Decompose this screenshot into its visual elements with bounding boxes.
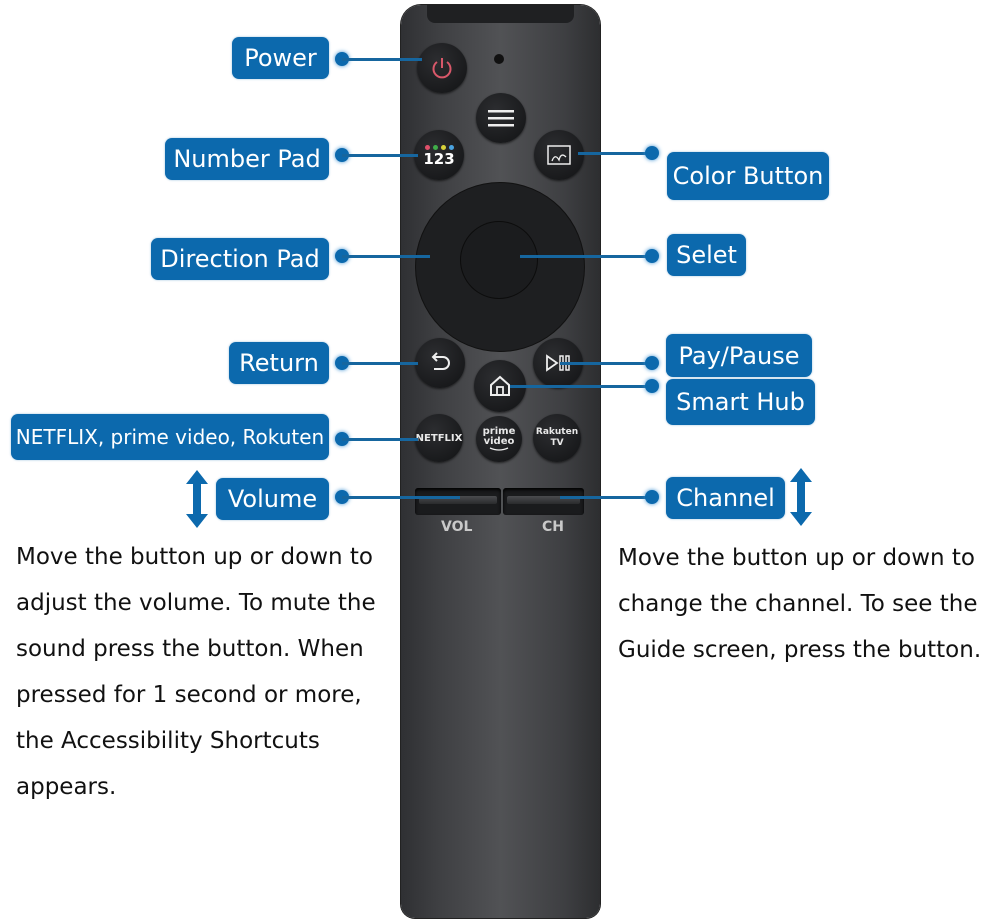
label-select: Selet xyxy=(667,234,746,276)
label-number-pad: Number Pad xyxy=(165,138,329,180)
select-button[interactable] xyxy=(461,222,537,298)
label-direction-pad: Direction Pad xyxy=(151,238,329,280)
label-smart-hub: Smart Hub xyxy=(666,379,815,425)
netflix-button[interactable]: NETFLIX xyxy=(415,414,463,462)
leader-line-direction-pad xyxy=(342,255,430,258)
channel-description: Move the button up or down to change the… xyxy=(618,545,982,663)
prime-logo-line2: video xyxy=(483,435,515,447)
prime-logo-line1: prime xyxy=(482,425,516,437)
number-pad-button[interactable]: 123 xyxy=(414,130,464,180)
picture-icon xyxy=(547,145,571,165)
color-button[interactable] xyxy=(534,130,584,180)
volume-description: Move the button up or down to adjust the… xyxy=(16,544,376,800)
leader-line-return xyxy=(342,362,418,365)
label-play-pause: Pay/Pause xyxy=(666,334,812,377)
leader-line-channel xyxy=(560,496,650,499)
leader-line-select xyxy=(520,255,650,258)
callout-dot-color-button xyxy=(645,146,659,160)
leader-line-number-pad xyxy=(342,154,418,157)
power-button[interactable] xyxy=(417,43,467,93)
label-streaming-buttons: NETFLIX, prime video, Rokuten xyxy=(11,414,329,460)
label-color-button: Color Button xyxy=(667,152,829,200)
rakuten-logo-line2: TV xyxy=(550,438,564,448)
leader-line-streaming xyxy=(342,438,418,441)
return-icon xyxy=(431,352,450,370)
ch-label: CH xyxy=(542,519,564,535)
prime-smile-icon xyxy=(489,446,509,451)
prime-video-button[interactable]: prime video xyxy=(476,416,522,462)
label-power: Power xyxy=(232,37,329,79)
label-channel: Channel xyxy=(666,477,785,519)
leader-line-smart-hub xyxy=(510,385,650,388)
leader-line-play-pause xyxy=(560,362,650,365)
rakuten-logo-line1: Rakuten xyxy=(535,427,579,437)
label-return: Return xyxy=(229,342,329,384)
indicator-led xyxy=(494,54,504,64)
callout-dot-channel xyxy=(645,490,659,504)
rakuten-tv-button[interactable]: Rakuten TV xyxy=(533,414,581,462)
callout-dot-select xyxy=(645,249,659,263)
vol-label: VOL xyxy=(441,519,473,535)
netflix-logo: NETFLIX xyxy=(415,432,463,444)
leader-line-volume xyxy=(342,496,460,499)
leader-line-color-button xyxy=(578,152,650,155)
remote-top-edge xyxy=(427,5,574,23)
channel-rocker[interactable] xyxy=(503,488,584,515)
callout-dot-play-pause xyxy=(645,356,659,370)
label-volume: Volume xyxy=(216,478,329,520)
menu-icon xyxy=(488,110,514,127)
updown-arrow-icon-channel xyxy=(790,468,812,526)
callout-dot-smart-hub xyxy=(645,379,659,393)
updown-arrow-icon-volume xyxy=(186,470,208,528)
home-icon xyxy=(490,375,510,396)
volume-rocker[interactable] xyxy=(415,488,501,515)
power-icon xyxy=(432,58,452,79)
number-pad-text: 123 xyxy=(423,149,455,168)
return-button[interactable] xyxy=(415,338,465,388)
leader-line-power xyxy=(342,58,422,61)
menu-button[interactable] xyxy=(476,93,526,143)
